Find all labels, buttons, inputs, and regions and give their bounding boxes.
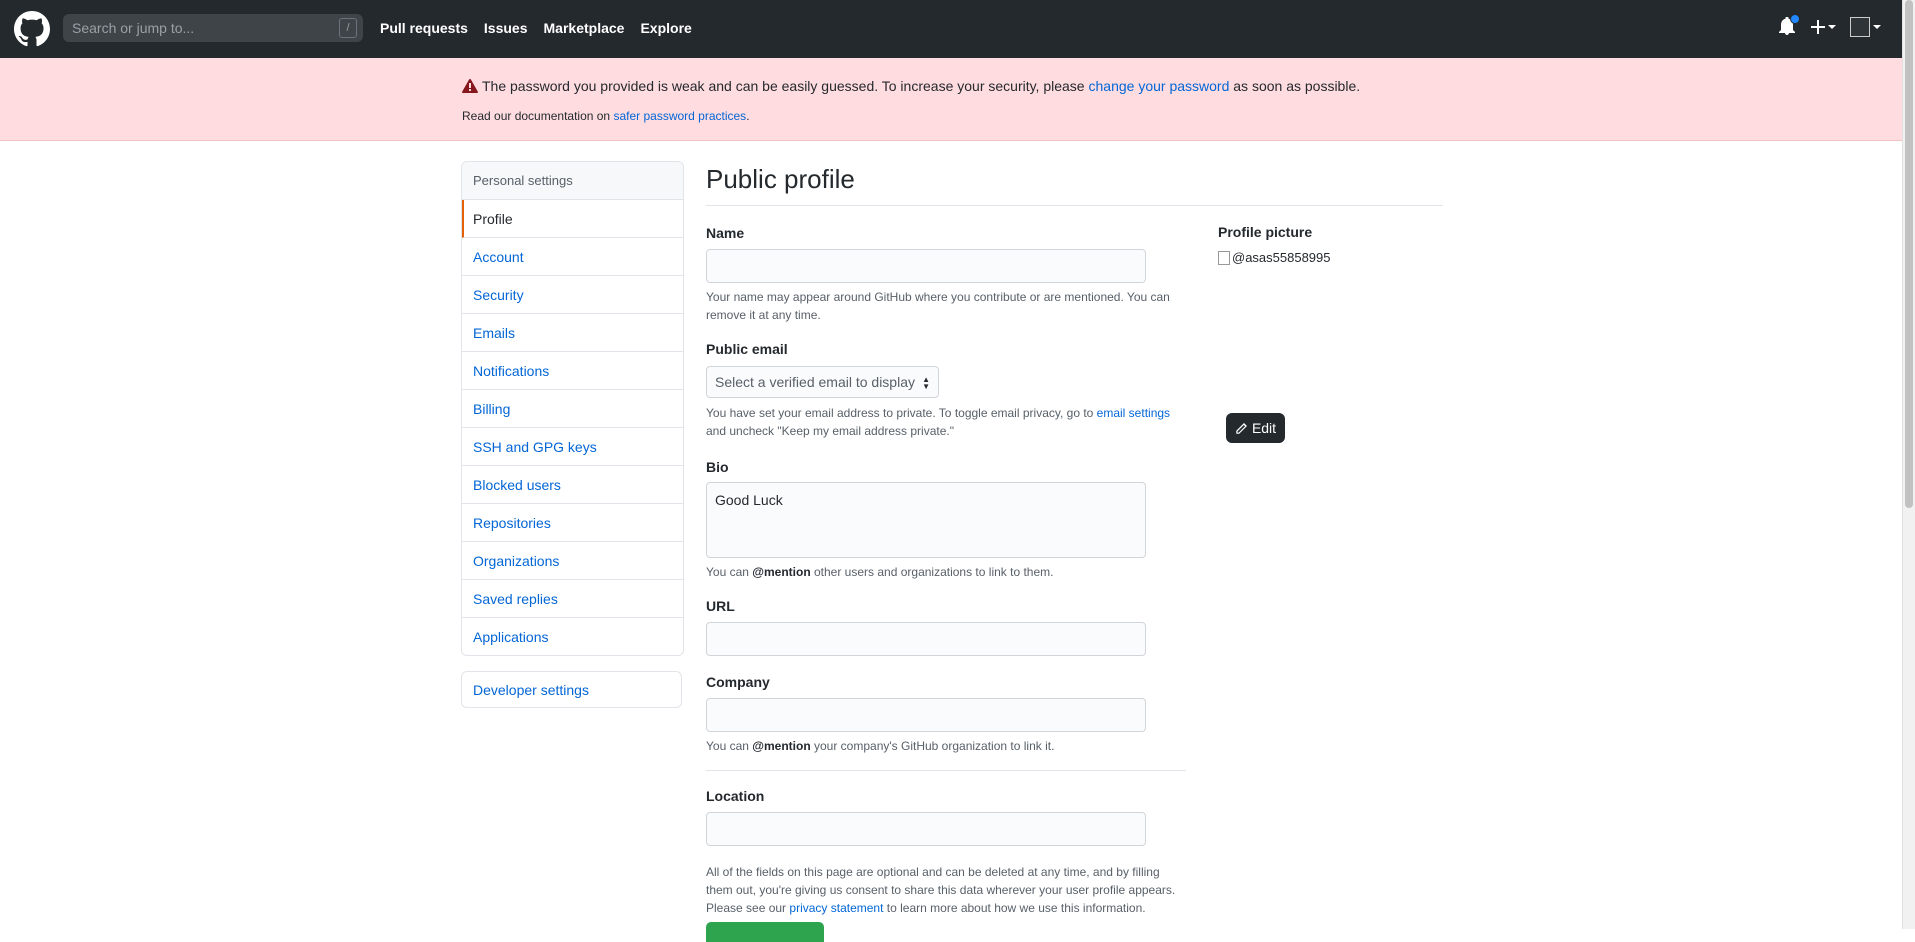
- email-note-text: You have set your email address to priva…: [706, 406, 1094, 420]
- email-settings-link[interactable]: email settings: [1097, 406, 1170, 420]
- name-field[interactable]: [706, 249, 1146, 283]
- pencil-icon: [1236, 422, 1247, 434]
- nav-pull-requests[interactable]: Pull requests: [380, 20, 468, 36]
- sidebar-item-emails[interactable]: Emails: [462, 314, 683, 352]
- sidebar-item-profile[interactable]: Profile: [462, 200, 683, 238]
- global-header: Search or jump to... / Pull requests Iss…: [0, 0, 1903, 58]
- location-label: Location: [706, 788, 765, 804]
- company-note: You can @mention your company's GitHub o…: [706, 737, 1054, 755]
- flash-doc-text: Read our documentation on: [462, 109, 611, 123]
- bio-note: You can @mention other users and organiz…: [706, 563, 1053, 581]
- sidebar-item-applications[interactable]: Applications: [462, 618, 683, 655]
- sidebar-heading: Personal settings: [462, 162, 683, 200]
- nav-marketplace[interactable]: Marketplace: [544, 20, 625, 36]
- section-divider: [706, 770, 1186, 771]
- github-logo-icon[interactable]: [14, 11, 50, 47]
- public-email-note: You have set your email address to priva…: [706, 404, 1186, 440]
- profile-picture-alt: @asas55858995: [1232, 250, 1331, 265]
- profile-picture: @asas55858995: [1218, 250, 1331, 265]
- flash-line-2: Read our documentation on safer password…: [462, 109, 750, 123]
- company-note-prefix: You can: [706, 739, 749, 753]
- url-label: URL: [706, 598, 735, 614]
- company-field[interactable]: [706, 698, 1146, 732]
- settings-sidebar: Personal settings Profile Account Securi…: [461, 161, 684, 656]
- scrollbar-thumb[interactable]: [1905, 0, 1913, 508]
- title-divider: [706, 205, 1443, 206]
- public-email-select-value: Select a verified email to display: [715, 374, 915, 390]
- sidebar-item-security[interactable]: Security: [462, 276, 683, 314]
- avatar: [1850, 17, 1870, 37]
- sidebar-item-blocked-users[interactable]: Blocked users: [462, 466, 683, 504]
- profile-picture-label: Profile picture: [1218, 224, 1313, 240]
- nav-issues[interactable]: Issues: [484, 20, 528, 36]
- search-shortcut-key: /: [339, 18, 357, 38]
- name-label: Name: [706, 225, 745, 241]
- privacy-note-suffix: to learn more about how we use this info…: [886, 901, 1146, 915]
- broken-image-icon: [1218, 250, 1230, 265]
- create-new-dropdown[interactable]: [1811, 20, 1836, 34]
- chevron-down-icon: [1873, 25, 1881, 29]
- search-placeholder: Search or jump to...: [72, 20, 195, 36]
- plus-icon: [1811, 20, 1825, 34]
- sidebar-item-account[interactable]: Account: [462, 238, 683, 276]
- sidebar-item-organizations[interactable]: Organizations: [462, 542, 683, 580]
- edit-profile-picture-button[interactable]: Edit: [1226, 413, 1285, 443]
- alert-icon: [462, 78, 478, 93]
- select-arrows-icon: ▲ ▼: [922, 375, 930, 391]
- weak-password-flash: The password you provided is weak and ca…: [0, 58, 1903, 141]
- user-menu-dropdown[interactable]: [1850, 17, 1881, 37]
- chevron-down-icon: [1828, 25, 1836, 29]
- company-note-suffix: your company's GitHub organization to li…: [814, 739, 1055, 753]
- header-actions: [1779, 14, 1881, 37]
- sidebar-item-billing[interactable]: Billing: [462, 390, 683, 428]
- change-password-link[interactable]: change your password: [1089, 78, 1230, 94]
- flash-text: The password you provided is weak and ca…: [482, 78, 1085, 94]
- edit-label: Edit: [1251, 420, 1277, 436]
- public-email-label: Public email: [706, 341, 788, 357]
- top-nav: Pull requests Issues Marketplace Explore: [380, 20, 708, 36]
- privacy-note: All of the fields on this page are optio…: [706, 863, 1186, 917]
- sidebar-item-saved-replies[interactable]: Saved replies: [462, 580, 683, 618]
- company-note-mention: @mention: [752, 739, 811, 753]
- search-input[interactable]: Search or jump to... /: [63, 14, 363, 42]
- notifications-bell-icon[interactable]: [1779, 14, 1800, 37]
- name-note: Your name may appear around GitHub where…: [706, 290, 1170, 322]
- bio-note-mention: @mention: [752, 565, 811, 579]
- unread-indicator: [1790, 14, 1800, 24]
- flash-line-1: The password you provided is weak and ca…: [462, 78, 1360, 94]
- page: Search or jump to... / Pull requests Iss…: [0, 0, 1903, 942]
- nav-explore[interactable]: Explore: [640, 20, 691, 36]
- company-label: Company: [706, 674, 770, 690]
- sidebar-item-ssh-gpg-keys[interactable]: SSH and GPG keys: [462, 428, 683, 466]
- bio-label: Bio: [706, 459, 729, 475]
- bio-note-prefix: You can: [706, 565, 749, 579]
- bio-note-suffix: other users and organizations to link to…: [814, 565, 1054, 579]
- url-field[interactable]: [706, 622, 1146, 656]
- location-field[interactable]: [706, 812, 1146, 846]
- public-email-select[interactable]: Select a verified email to display ▲ ▼: [706, 366, 939, 398]
- sidebar-item-developer-settings[interactable]: Developer settings: [461, 671, 682, 708]
- sidebar-item-notifications[interactable]: Notifications: [462, 352, 683, 390]
- page-title: Public profile: [706, 164, 855, 194]
- flash-text-suffix: as soon as possible.: [1233, 78, 1361, 94]
- privacy-statement-link[interactable]: privacy statement: [789, 901, 883, 915]
- email-note-suffix: and uncheck "Keep my email address priva…: [706, 424, 954, 438]
- page-scrollbar[interactable]: [1902, 0, 1915, 929]
- update-profile-button[interactable]: [706, 922, 824, 942]
- bio-textarea[interactable]: Good Luck: [706, 482, 1146, 558]
- sidebar-item-repositories[interactable]: Repositories: [462, 504, 683, 542]
- safer-password-practices-link[interactable]: safer password practices: [613, 109, 746, 123]
- flash-doc-suffix: .: [746, 109, 750, 123]
